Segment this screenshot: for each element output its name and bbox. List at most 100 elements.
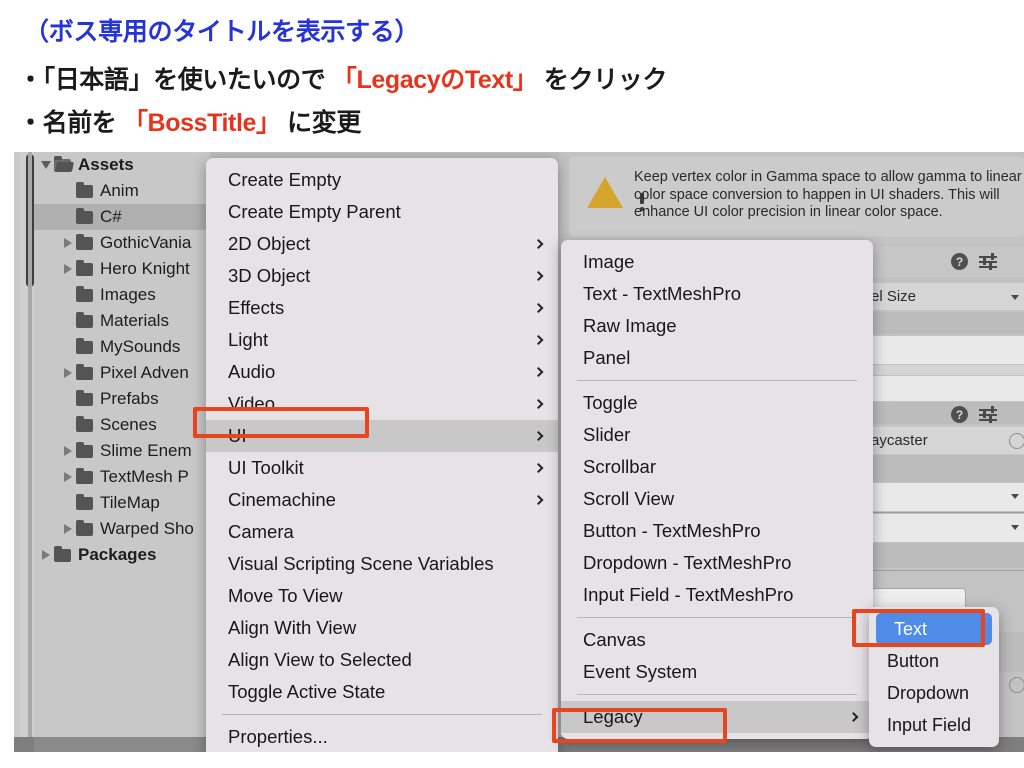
folder-icon: [76, 363, 93, 380]
menu-item-camera[interactable]: Camera: [206, 516, 558, 548]
menu-item-event-system[interactable]: Event System: [561, 656, 873, 688]
menu-item-text[interactable]: Text: [876, 613, 992, 645]
menu-item-label: Legacy: [583, 706, 643, 727]
help-icon-1[interactable]: ?: [951, 253, 968, 270]
menu-item-visual-scripting-scene-variables[interactable]: Visual Scripting Scene Variables: [206, 548, 558, 580]
folder-icon: [76, 389, 93, 406]
folder-icon: [76, 259, 93, 276]
menu-item-input-field[interactable]: Input Field: [869, 709, 999, 741]
menu-item-button-textmeshpro[interactable]: Button - TextMeshPro: [561, 515, 873, 547]
chevron-right-icon[interactable]: [38, 550, 54, 560]
folder-icon: [76, 233, 93, 250]
folder-icon: [76, 415, 93, 432]
folder-icon: [54, 545, 71, 562]
menu-item-video[interactable]: Video: [206, 388, 558, 420]
menu-item-align-with-view[interactable]: Align With View: [206, 612, 558, 644]
menu-item-label: Properties...: [228, 726, 328, 747]
menu-item-label: Light: [228, 329, 269, 350]
menu-item-create-empty-parent[interactable]: Create Empty Parent: [206, 196, 558, 228]
chevron-right-icon[interactable]: [60, 524, 76, 534]
menu-item-label: Align With View: [228, 617, 357, 638]
chevron-right-icon[interactable]: [60, 264, 76, 274]
tree-item-materials[interactable]: Materials: [34, 308, 210, 334]
menu-item-input-field-textmeshpro[interactable]: Input Field - TextMeshPro: [561, 579, 873, 611]
menu-item-label: Text: [894, 618, 928, 639]
menu-item-light[interactable]: Light: [206, 324, 558, 356]
chevron-right-icon[interactable]: [60, 238, 76, 248]
panel-divider[interactable]: [28, 152, 32, 737]
bullet-2-prefix: ・名前を: [18, 109, 123, 137]
tree-item-images[interactable]: Images: [34, 282, 210, 308]
inspector-row-h[interactable]: [869, 514, 1024, 542]
menu-item-image[interactable]: Image: [561, 246, 873, 278]
bullet-1-prefix: ・「日本語」を使いたいので: [18, 66, 332, 94]
menu-item-create-empty[interactable]: Create Empty: [206, 164, 558, 196]
menu-item-toggle[interactable]: Toggle: [561, 387, 873, 419]
chevron-right-icon[interactable]: [60, 368, 76, 378]
menu-item-align-view-to-selected[interactable]: Align View to Selected: [206, 644, 558, 676]
raycaster-toggle[interactable]: [1009, 433, 1024, 449]
preset-sliders-icon-1[interactable]: [979, 253, 997, 270]
ui-submenu[interactable]: Image Text - TextMeshPro Raw Image Panel Tog…: [561, 240, 873, 739]
chevron-down-icon-2[interactable]: [1011, 494, 1019, 499]
tree-item-gothicvania[interactable]: GothicVania: [34, 230, 210, 256]
help-icon-2[interactable]: ?: [951, 406, 968, 423]
menu-item-3d-object[interactable]: 3D Object: [206, 260, 558, 292]
tree-item-anim[interactable]: Anim: [34, 178, 210, 204]
tree-item-label: Anim: [100, 181, 139, 200]
menu-item-cinemachine[interactable]: Cinemachine: [206, 484, 558, 516]
inspector-row-f: [869, 455, 1024, 482]
menu-item-scrollbar[interactable]: Scrollbar: [561, 451, 873, 483]
tree-item-c[interactable]: C#: [34, 204, 210, 230]
inspector-row-d[interactable]: [869, 376, 1024, 401]
tree-item-hero-knight[interactable]: Hero Knight: [34, 256, 210, 282]
menu-item-move-to-view[interactable]: Move To View: [206, 580, 558, 612]
menu-item-dropdown[interactable]: Dropdown: [869, 677, 999, 709]
menu-item-raw-image[interactable]: Raw Image: [561, 310, 873, 342]
tree-item-assets[interactable]: Assets: [34, 152, 210, 178]
menu-item-label: Raw Image: [583, 315, 677, 336]
chevron-down-icon-3[interactable]: [1011, 525, 1019, 530]
inspector-round-button[interactable]: [1009, 677, 1024, 693]
menu-item-text-textmeshpro[interactable]: Text - TextMeshPro: [561, 278, 873, 310]
legacy-submenu[interactable]: Text Button Dropdown Input Field: [869, 607, 999, 747]
chevron-down-icon-1[interactable]: [1011, 295, 1019, 300]
menu-item-dropdown-textmeshpro[interactable]: Dropdown - TextMeshPro: [561, 547, 873, 579]
tree-item-prefabs[interactable]: Prefabs: [34, 386, 210, 412]
menu-item-scroll-view[interactable]: Scroll View: [561, 483, 873, 515]
tree-item-tilemap[interactable]: TileMap: [34, 490, 210, 516]
menu-item-toggle-active-state[interactable]: Toggle Active State: [206, 676, 558, 708]
preset-sliders-icon-2[interactable]: [979, 406, 997, 423]
menu-separator: [577, 694, 857, 695]
tree-item-textmesh-p[interactable]: TextMesh P: [34, 464, 210, 490]
tree-item-label: Images: [100, 285, 156, 304]
inspector-row-b[interactable]: [869, 336, 1024, 364]
folder-icon: [76, 311, 93, 328]
tree-item-mysounds[interactable]: MySounds: [34, 334, 210, 360]
chevron-right-icon[interactable]: [60, 472, 76, 482]
chevron-right-icon[interactable]: [60, 446, 76, 456]
tree-item-packages[interactable]: Packages: [34, 542, 210, 568]
menu-separator: [577, 617, 857, 618]
inspector-row-c: [869, 365, 1024, 375]
menu-item-canvas[interactable]: Canvas: [561, 624, 873, 656]
inspector-row-g[interactable]: [869, 483, 1024, 511]
menu-item-2d-object[interactable]: 2D Object: [206, 228, 558, 260]
menu-item-slider[interactable]: Slider: [561, 419, 873, 451]
create-context-menu[interactable]: Create Empty Create Empty Parent 2D Object…: [206, 158, 558, 752]
tree-item-pixel-adven[interactable]: Pixel Adven: [34, 360, 210, 386]
tree-item-warped-sho[interactable]: Warped Sho: [34, 516, 210, 542]
menu-item-properties[interactable]: Properties...: [206, 721, 558, 752]
tree-item-slime-enem[interactable]: Slime Enem: [34, 438, 210, 464]
tree-item-scenes[interactable]: Scenes: [34, 412, 210, 438]
folder-open-icon: [54, 155, 71, 172]
menu-item-audio[interactable]: Audio: [206, 356, 558, 388]
menu-item-ui-toolkit[interactable]: UI Toolkit: [206, 452, 558, 484]
menu-item-effects[interactable]: Effects: [206, 292, 558, 324]
folder-icon: [76, 467, 93, 484]
menu-item-ui[interactable]: UI: [206, 420, 558, 452]
menu-item-legacy[interactable]: Legacy: [561, 701, 873, 733]
menu-item-button[interactable]: Button: [869, 645, 999, 677]
menu-item-panel[interactable]: Panel: [561, 342, 873, 374]
chevron-down-icon[interactable]: [38, 161, 54, 169]
